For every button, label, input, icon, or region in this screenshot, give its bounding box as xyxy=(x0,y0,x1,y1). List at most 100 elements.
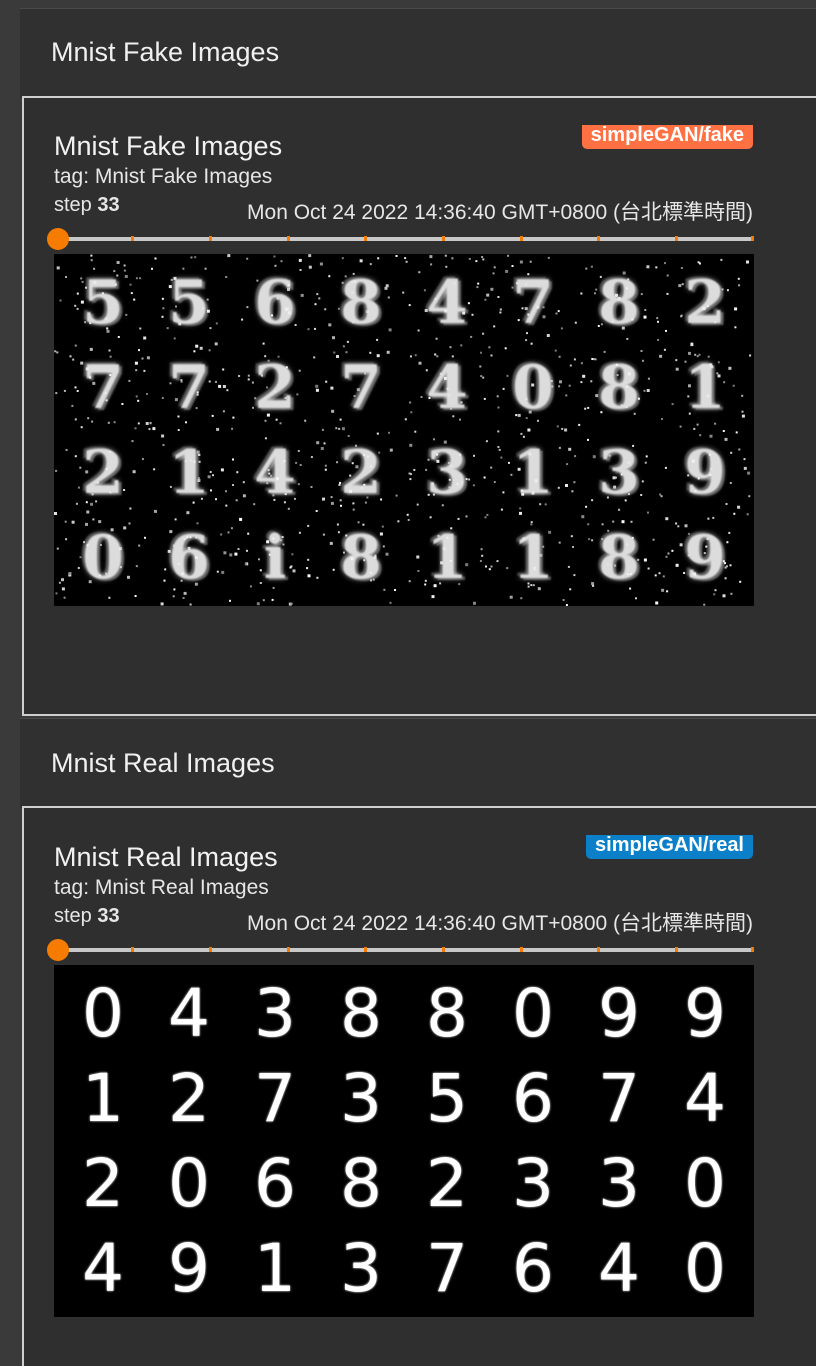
slider-tick xyxy=(751,947,754,952)
digit-cell: 9 xyxy=(684,522,726,593)
digit-cell: 7 xyxy=(82,352,124,423)
noise-speck xyxy=(229,599,231,602)
digit-grid: 04388099127356742068233049137640 xyxy=(60,971,748,1311)
section-header-fake[interactable]: Mnist Fake Images xyxy=(20,8,816,98)
step-label: step xyxy=(54,194,92,216)
digit-cell: 8 xyxy=(340,975,382,1052)
slider-tick xyxy=(131,236,134,241)
noise-speck xyxy=(90,254,93,257)
slider-track[interactable] xyxy=(54,948,754,952)
card-tag: tag: Mnist Fake Images xyxy=(54,165,273,188)
slider-tick xyxy=(364,947,367,952)
noise-speck xyxy=(341,257,344,260)
digit-cell: 1 xyxy=(512,522,554,593)
digit-cell: 3 xyxy=(426,437,468,508)
digit-cell: 1 xyxy=(512,437,554,508)
digit-cell: 9 xyxy=(684,975,726,1052)
card-step: step 33 xyxy=(54,194,120,217)
digit-cell: 4 xyxy=(598,1230,640,1307)
digit-cell: 5 xyxy=(168,267,210,338)
noise-speck xyxy=(395,255,398,257)
slider-tick xyxy=(287,236,290,241)
slider-thumb[interactable] xyxy=(47,939,69,961)
noise-speck xyxy=(194,256,197,259)
digit-cell: 9 xyxy=(684,437,726,508)
digit-cell: 3 xyxy=(598,437,640,508)
noise-speck xyxy=(227,254,231,258)
digit-cell: 7 xyxy=(254,1060,296,1137)
step-slider[interactable] xyxy=(47,228,754,250)
slider-tick xyxy=(131,947,134,952)
noise-speck xyxy=(565,604,568,606)
digit-cell: 7 xyxy=(168,352,210,423)
digit-cell: 1 xyxy=(684,352,726,423)
digit-cell: 0 xyxy=(82,522,124,593)
digit-cell: 9 xyxy=(168,1230,210,1307)
slider-tick xyxy=(442,947,445,952)
step-label: step xyxy=(54,905,92,927)
digit-cell: 4 xyxy=(168,975,210,1052)
slider-tick xyxy=(209,947,212,952)
noise-speck xyxy=(451,257,454,260)
digit-cell: 1 xyxy=(426,522,468,593)
digit-cell: 8 xyxy=(598,522,640,593)
slider-tick xyxy=(520,236,523,241)
noise-speck xyxy=(56,351,59,354)
noise-speck xyxy=(749,354,752,357)
noise-speck xyxy=(160,602,164,606)
card-title: Mnist Real Images xyxy=(54,842,278,872)
digit-cell: 3 xyxy=(512,1145,554,1222)
digit-cell: 8 xyxy=(598,267,640,338)
digit-cell: 1 xyxy=(82,1060,124,1137)
card-timestamp: Mon Oct 24 2022 14:36:40 GMT+0800 (台北標準時… xyxy=(247,912,753,935)
digit-cell: 1 xyxy=(254,1230,296,1307)
noise-speck xyxy=(256,602,260,606)
slider-tick xyxy=(597,947,600,952)
slider-tick xyxy=(675,947,678,952)
noise-speck xyxy=(389,601,392,604)
digit-cell: 6 xyxy=(254,267,296,338)
digit-cell: 0 xyxy=(512,975,554,1052)
slider-tick xyxy=(520,947,523,952)
digit-cell: 2 xyxy=(684,267,726,338)
digit-cell: 8 xyxy=(426,975,468,1052)
digit-cell: 8 xyxy=(340,1145,382,1222)
digit-cell: 4 xyxy=(426,267,468,338)
noise-speck xyxy=(54,512,57,515)
noise-speck xyxy=(429,255,433,259)
slider-track[interactable] xyxy=(54,237,754,241)
digit-cell: 2 xyxy=(82,1145,124,1222)
slider-tick xyxy=(364,236,367,241)
digit-cell: 4 xyxy=(254,437,296,508)
digit-cell: 4 xyxy=(82,1230,124,1307)
noise-speck xyxy=(55,592,58,595)
digit-cell: 6 xyxy=(512,1230,554,1307)
digit-cell: 2 xyxy=(168,1060,210,1137)
generated-image: 55684782772740812142313906i81189 xyxy=(54,254,754,606)
digit-cell: 2 xyxy=(82,437,124,508)
noise-speck xyxy=(55,392,58,395)
digit-cell: i xyxy=(263,522,287,593)
noise-speck xyxy=(56,547,59,550)
slider-tick xyxy=(209,236,212,241)
noise-speck xyxy=(473,601,476,605)
digit-cell: 8 xyxy=(598,352,640,423)
digit-cell: 6 xyxy=(168,522,210,593)
digit-cell: 2 xyxy=(254,352,296,423)
step-slider[interactable] xyxy=(47,939,754,961)
noise-speck xyxy=(507,254,510,257)
digit-cell: 4 xyxy=(684,1060,726,1137)
slider-thumb[interactable] xyxy=(47,228,69,250)
noise-speck xyxy=(481,256,484,258)
noise-speck xyxy=(404,257,407,260)
digit-cell: 6 xyxy=(254,1145,296,1222)
noise-speck xyxy=(655,601,659,605)
slider-tick xyxy=(442,236,445,241)
digit-cell: 1 xyxy=(168,437,210,508)
noise-speck xyxy=(54,350,57,353)
run-badge: simpleGAN/fake xyxy=(581,125,753,149)
digit-cell: 2 xyxy=(340,437,382,508)
slider-tick xyxy=(597,236,600,241)
digit-cell: 7 xyxy=(340,352,382,423)
section-header-real[interactable]: Mnist Real Images xyxy=(20,718,816,808)
